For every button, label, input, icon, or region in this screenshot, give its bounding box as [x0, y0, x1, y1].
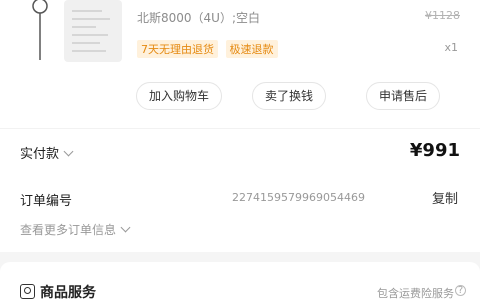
chevron-down-icon: [120, 222, 131, 233]
more-order-info-label: 查看更多订单信息: [20, 223, 117, 237]
service-icon: [20, 284, 35, 299]
tag-fast-refund: 极速退款: [225, 40, 278, 58]
quantity: x1: [444, 41, 458, 54]
service-description[interactable]: 包含运费险服务: [377, 285, 454, 301]
payment-amount: ¥991: [409, 140, 460, 161]
add-to-cart-button[interactable]: 加入购物车: [136, 82, 223, 110]
order-number-label: 订单编号: [20, 194, 73, 209]
payment-label-row[interactable]: 实付款: [20, 143, 74, 162]
service-title: 商品服务: [40, 285, 96, 301]
product-image-lamp[interactable]: [20, 0, 60, 60]
more-order-info-link[interactable]: 查看更多订单信息: [20, 221, 131, 238]
copy-button[interactable]: 复制: [432, 188, 458, 207]
apply-after-sales-button[interactable]: 申请售后: [366, 82, 441, 110]
order-number: 2274159579969054469: [232, 191, 365, 204]
payment-label: 实付款: [20, 147, 60, 162]
product-thumbnail[interactable]: [64, 0, 122, 62]
divider: [0, 128, 480, 129]
help-icon[interactable]: ?: [455, 285, 466, 296]
chevron-down-icon: [63, 146, 74, 157]
product-tags: 7天无理由退货 极速退款: [137, 40, 282, 58]
resell-button[interactable]: 卖了换钱: [252, 82, 327, 110]
product-spec: 北斯8000（4U）;空白: [137, 11, 261, 25]
product-card: 北斯8000（4U）;空白 ¥1128 7天无理由退货 极速退款 x1 加入购物…: [0, 0, 480, 128]
original-price: ¥1128: [425, 9, 460, 22]
tag-return-policy: 7天无理由退货: [137, 40, 218, 58]
